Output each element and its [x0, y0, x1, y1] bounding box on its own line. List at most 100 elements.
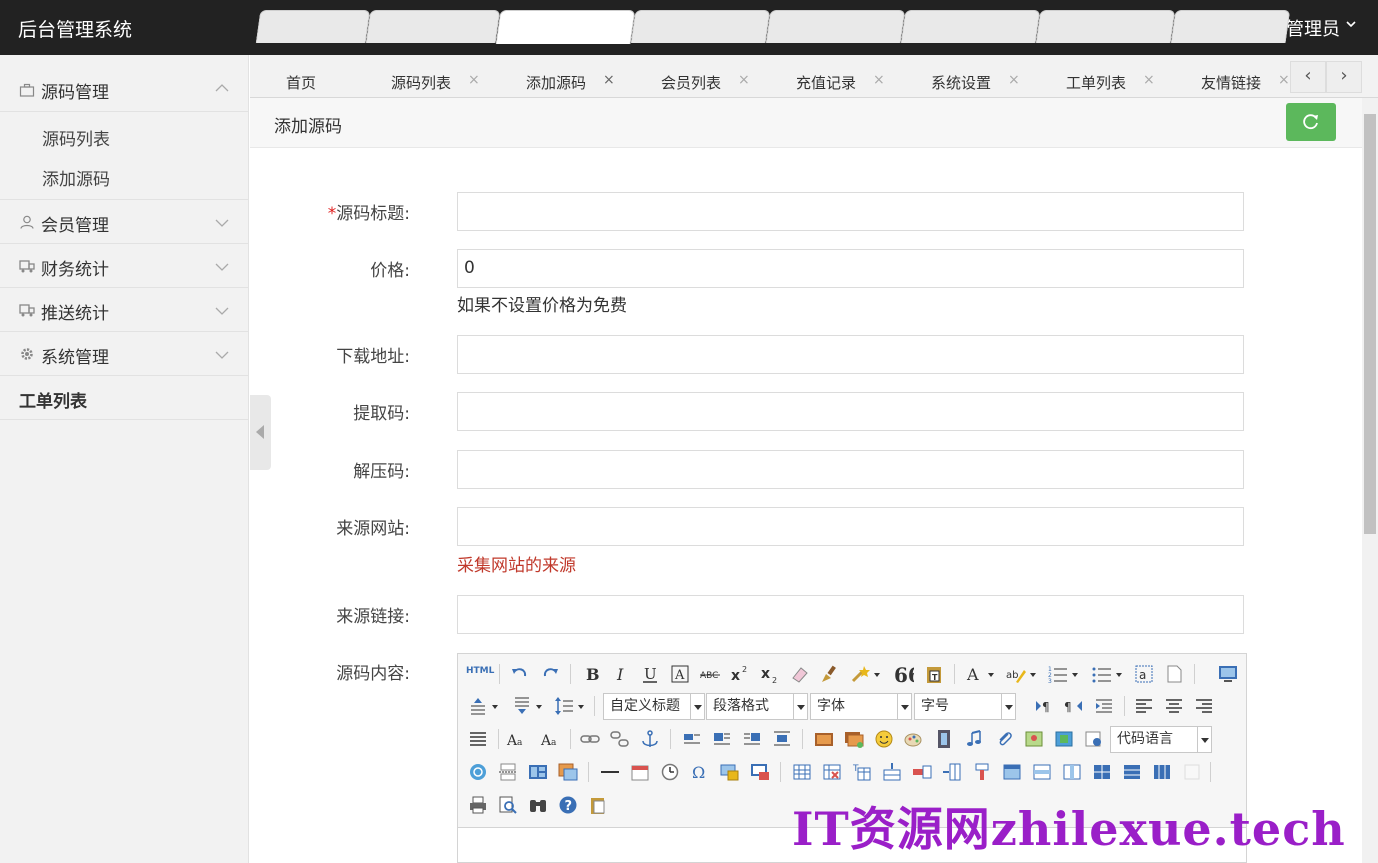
page-break-icon[interactable]: [498, 762, 518, 782]
ltr-icon[interactable]: ¶: [1034, 696, 1054, 716]
insert-paragraph-before-table-icon[interactable]: T: [852, 762, 872, 782]
preview-icon[interactable]: [1218, 664, 1238, 684]
insert-table-icon[interactable]: [792, 762, 812, 782]
custom-heading-select[interactable]: 自定义标题: [603, 693, 705, 720]
iframe-icon[interactable]: [1084, 729, 1104, 749]
line-height-icon[interactable]: [554, 696, 574, 716]
font-family-select[interactable]: 字体: [810, 693, 912, 720]
chevron-down-icon[interactable]: [534, 696, 544, 716]
word-image-icon[interactable]: [750, 762, 770, 782]
clock-icon[interactable]: [660, 762, 680, 782]
extract-code-input[interactable]: [457, 392, 1244, 431]
bold-icon[interactable]: B: [582, 664, 602, 684]
merge-right-icon[interactable]: [1032, 762, 1052, 782]
image-center-icon[interactable]: [772, 729, 792, 749]
tabs-prev-button[interactable]: ‹: [1290, 61, 1326, 93]
google-map-icon[interactable]: [1054, 729, 1074, 749]
font-color-icon[interactable]: A: [964, 664, 984, 684]
format-brush-icon[interactable]: [820, 664, 840, 684]
web-page-icon[interactable]: [468, 762, 488, 782]
chevron-down-icon[interactable]: [576, 696, 586, 716]
delete-table-icon[interactable]: [822, 762, 842, 782]
snapscreen-icon[interactable]: [720, 762, 740, 782]
ordered-list-icon[interactable]: 123: [1048, 664, 1068, 684]
template-icon[interactable]: [528, 762, 548, 782]
horizontal-rule-icon[interactable]: [600, 762, 620, 782]
uppercase-icon[interactable]: Aa: [506, 729, 526, 749]
scrawl-icon[interactable]: [904, 729, 924, 749]
source-link-input[interactable]: [457, 595, 1244, 634]
chevron-down-icon[interactable]: [1028, 664, 1038, 684]
delete-col-icon[interactable]: [972, 762, 992, 782]
source-site-input[interactable]: [457, 507, 1244, 546]
close-icon[interactable]: ×: [468, 72, 480, 88]
row-spacing-top-icon[interactable]: [468, 696, 488, 716]
music-icon[interactable]: [964, 729, 984, 749]
date-icon[interactable]: [630, 762, 650, 782]
chevron-down-icon[interactable]: [872, 664, 882, 684]
close-icon[interactable]: ×: [1143, 72, 1155, 88]
undo-icon[interactable]: [510, 664, 530, 684]
sidebar-group-system[interactable]: 系统管理: [0, 332, 248, 376]
print-icon[interactable]: [468, 795, 488, 815]
split-to-cells-icon[interactable]: [1092, 762, 1112, 782]
image-float-left-icon[interactable]: [712, 729, 732, 749]
tab-member-list[interactable]: [630, 10, 771, 43]
chevron-down-icon[interactable]: [1070, 664, 1080, 684]
close-icon[interactable]: ×: [1008, 72, 1020, 88]
merge-down-icon[interactable]: [1062, 762, 1082, 782]
app-logo[interactable]: 后台管理系统: [18, 15, 132, 42]
background-icon[interactable]: [558, 762, 578, 782]
tab-recharge-log[interactable]: [765, 10, 906, 43]
chevron-down-icon[interactable]: [1346, 19, 1356, 29]
insert-row-icon[interactable]: [882, 762, 902, 782]
search-replace-icon[interactable]: [528, 795, 548, 815]
lowercase-icon[interactable]: Aa: [540, 729, 560, 749]
align-right-icon[interactable]: [1194, 696, 1214, 716]
rtl-icon[interactable]: ¶: [1064, 696, 1084, 716]
redo-icon[interactable]: [540, 664, 560, 684]
image-float-right-icon[interactable]: [742, 729, 762, 749]
chevron-down-icon[interactable]: [986, 664, 996, 684]
sidebar-item-add-source[interactable]: 添加源码: [42, 165, 110, 190]
sidebar-group-members[interactable]: 会员管理: [0, 200, 248, 244]
sidebar-group-finance[interactable]: 财务统计: [0, 244, 248, 288]
eraser-icon[interactable]: [790, 664, 810, 684]
tab-home[interactable]: [255, 10, 371, 43]
row-spacing-bottom-icon[interactable]: [512, 696, 532, 716]
tab-add-source[interactable]: [495, 10, 636, 44]
draft-icon[interactable]: [588, 795, 608, 815]
title-input[interactable]: [457, 192, 1244, 231]
image-icon[interactable]: [814, 729, 834, 749]
paragraph-format-select[interactable]: 段落格式: [706, 693, 808, 720]
text-frame-icon[interactable]: a: [1134, 664, 1154, 684]
link-icon[interactable]: [580, 729, 600, 749]
paste-text-icon[interactable]: T: [924, 664, 944, 684]
underline-icon[interactable]: U: [640, 664, 660, 684]
superscript-icon[interactable]: x2: [730, 664, 750, 684]
close-icon[interactable]: ×: [1278, 72, 1290, 88]
close-icon[interactable]: ×: [603, 72, 615, 88]
tab-system-settings[interactable]: [900, 10, 1041, 43]
delete-row-icon[interactable]: [912, 762, 932, 782]
italic-icon[interactable]: I: [611, 664, 631, 684]
close-icon[interactable]: ×: [738, 72, 750, 88]
tab-ticket-list[interactable]: [1035, 10, 1176, 43]
highlight-icon[interactable]: ab: [1006, 664, 1026, 684]
html-source-button[interactable]: HTML: [466, 666, 494, 676]
split-to-cols-icon[interactable]: [1152, 762, 1172, 782]
indent-icon[interactable]: [1094, 696, 1114, 716]
chart-icon[interactable]: [1182, 762, 1202, 782]
chevron-down-icon[interactable]: [1114, 664, 1124, 684]
download-url-input[interactable]: [457, 335, 1244, 374]
unordered-list-icon[interactable]: [1092, 664, 1112, 684]
sidebar-group-source[interactable]: 源码管理: [0, 55, 248, 112]
emoticon-icon[interactable]: [874, 729, 894, 749]
print-preview-icon[interactable]: [498, 795, 518, 815]
align-left-icon[interactable]: [1134, 696, 1154, 716]
align-justify-icon[interactable]: [468, 729, 488, 749]
multi-image-icon[interactable]: [844, 729, 864, 749]
price-input[interactable]: 0: [457, 249, 1244, 288]
merge-cells-icon[interactable]: [1002, 762, 1022, 782]
unzip-code-input[interactable]: [457, 450, 1244, 489]
